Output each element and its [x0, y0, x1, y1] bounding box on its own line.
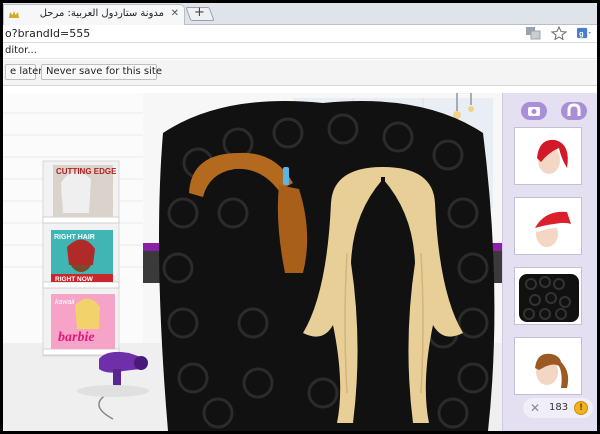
magazine-title: kawaii: [55, 299, 75, 306]
bookmark-item-editor[interactable]: ditor...: [5, 45, 37, 56]
browser-window: مدونة ستاردول العربية: مرحل ✕ + o?brandI…: [0, 0, 600, 434]
red-wavy-hair-icon: [537, 139, 568, 174]
save-later-button[interactable]: e later: [5, 64, 42, 80]
tab-strip: مدونة ستاردول العربية: مرحل ✕ +: [3, 3, 597, 25]
hair-selection-panel: ✕ 183 !: [502, 93, 597, 431]
magnet-button[interactable]: [561, 102, 587, 120]
ponytail-icon: [535, 353, 569, 388]
magazine-cutting-edge[interactable]: CUTTING EDGE: [53, 165, 117, 217]
coin-icon: !: [574, 401, 588, 415]
url-field[interactable]: o?brandId=555: [5, 27, 90, 40]
save-password-infobar: e later Never save for this site: [3, 60, 597, 86]
tab-active[interactable]: مدونة ستاردول العربية: مرحل ✕: [3, 4, 185, 25]
coin-count: 183: [549, 402, 569, 413]
magazine-title: CUTTING EDGE: [56, 167, 117, 176]
address-bar: o?brandId=555 g: [3, 25, 597, 43]
magazine-kawaii[interactable]: kawaii barbie: [51, 294, 115, 349]
address-bar-icons: g: [525, 26, 593, 40]
google-extension-icon[interactable]: g: [577, 26, 593, 40]
thumbnail-red-santa-hat-hair[interactable]: [514, 197, 582, 255]
thumbnail-brown-ponytail-hair[interactable]: [514, 337, 582, 395]
magnet-icon: [567, 103, 581, 116]
camera-icon: [528, 107, 540, 116]
svg-text:g: g: [579, 29, 583, 38]
magazine-subtitle: RIGHT NOW: [55, 276, 94, 283]
remove-icon[interactable]: ✕: [530, 401, 540, 415]
magazine-subtitle: barbie: [58, 330, 95, 345]
curly-hair-icon: [519, 274, 579, 322]
magazine-title: RIGHT HAIR: [54, 234, 95, 241]
hair-salon-game[interactable]: CUTTING EDGE RIGHT HAIR RIGHT NOW kawaii…: [3, 93, 597, 431]
bookmarks-bar: ditor...: [3, 43, 597, 59]
tab-title: مدونة ستاردول العربية: مرحل: [39, 8, 164, 19]
never-save-button[interactable]: Never save for this site: [41, 64, 162, 80]
santa-hat-icon: [535, 211, 571, 247]
plus-icon: +: [194, 5, 205, 20]
close-tab-icon[interactable]: ✕: [171, 8, 179, 19]
camera-button[interactable]: [521, 102, 547, 120]
magazine-right-hair[interactable]: RIGHT HAIR RIGHT NOW: [51, 230, 113, 283]
bookmark-star-icon[interactable]: [551, 26, 567, 40]
thumbnail-red-wavy-hair[interactable]: [514, 127, 582, 185]
new-tab-button[interactable]: +: [185, 5, 215, 21]
thumbnail-black-curly-hair[interactable]: [514, 267, 582, 325]
translate-icon[interactable]: [525, 26, 541, 40]
coin-counter: ✕ 183 !: [523, 398, 593, 418]
